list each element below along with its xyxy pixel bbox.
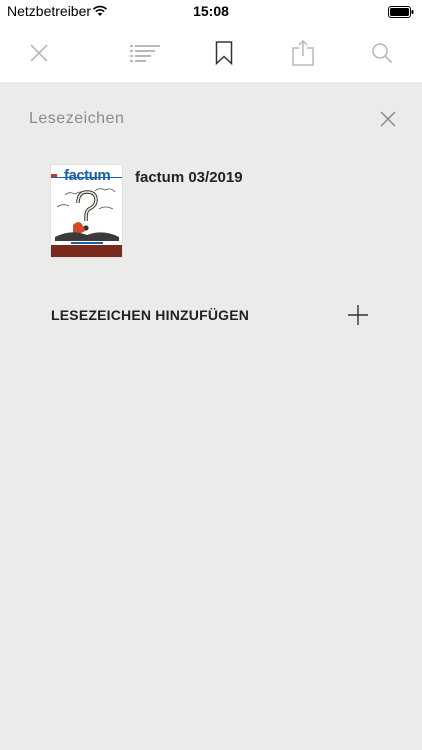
search-icon — [372, 43, 393, 64]
add-bookmark-button[interactable]: LESEZEICHEN HINZUFÜGEN — [51, 304, 371, 328]
cover-footer-strip — [51, 245, 122, 257]
close-icon — [30, 44, 48, 62]
bookmark-item[interactable]: factum factum 03/2019 — [51, 165, 381, 259]
plus-icon — [348, 305, 368, 325]
bookmark-button[interactable] — [209, 38, 239, 68]
search-button[interactable] — [367, 38, 397, 68]
battery-icon — [388, 5, 414, 23]
share-icon — [292, 40, 314, 66]
share-button[interactable] — [288, 38, 318, 68]
close-button[interactable] — [24, 38, 54, 68]
bookmark-icon — [215, 41, 233, 65]
issue-cover-image: factum — [51, 165, 122, 257]
reader-toolbar — [0, 24, 422, 82]
status-bar: Netzbetreiber 15:08 — [0, 0, 422, 24]
panel-title: Lesezeichen — [29, 110, 125, 127]
bookmarks-panel: Lesezeichen factum factum 03/2019 LESEZE… — [0, 82, 422, 750]
bookmark-title: factum 03/2019 — [135, 169, 243, 186]
close-icon — [380, 111, 396, 127]
add-bookmark-label: LESEZEICHEN HINZUFÜGEN — [51, 307, 250, 323]
table-of-contents-button[interactable] — [130, 38, 160, 68]
cover-illustration — [51, 174, 122, 247]
status-time: 15:08 — [193, 3, 229, 19]
table-of-contents-icon — [130, 45, 160, 62]
panel-close-button[interactable] — [378, 109, 398, 129]
